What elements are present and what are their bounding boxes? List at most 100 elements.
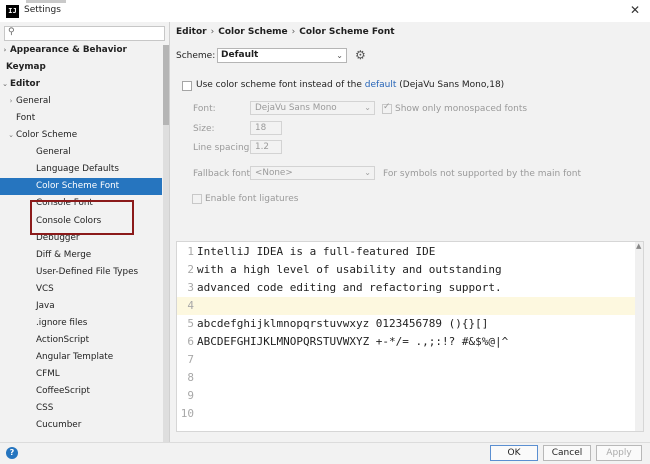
scroll-up-icon[interactable]: ▲	[636, 242, 641, 250]
line-number: 6	[187, 335, 194, 348]
line-number: 5	[187, 317, 194, 330]
font-dropdown[interactable]: DejaVu Sans Mono ⌄	[250, 101, 375, 115]
sidebar-item[interactable]: ActionScript	[0, 332, 162, 349]
line-spacing-input[interactable]: 1.2	[250, 140, 282, 154]
preview-line: 8	[177, 369, 635, 387]
font-label: Font:	[193, 104, 216, 114]
font-preview-editor[interactable]: 1 IntelliJ IDEA is a full-featured IDE 2 wi…	[176, 241, 644, 432]
preview-line: 5 abcdefghijklmnopqrstuvwxyz 0123456789 (…	[177, 315, 635, 333]
sidebar-item-label: Diff & Merge	[36, 249, 92, 260]
line-number: 3	[187, 281, 194, 294]
fallback-font-label: Fallback font:	[193, 169, 254, 179]
preview-line: 7	[177, 351, 635, 369]
preview-line: 9	[177, 387, 635, 405]
preview-line: 2 with a high level of usability and outs…	[177, 261, 635, 279]
sidebar-item-label: Angular Template	[36, 351, 114, 362]
sidebar-item-label: Java	[36, 300, 55, 311]
intellij-app-icon: IJ	[6, 5, 19, 18]
default-font-link[interactable]: default	[365, 80, 397, 90]
preview-line-text: advanced code editing and refactoring su…	[197, 281, 502, 294]
size-label: Size:	[193, 124, 215, 134]
sidebar-item[interactable]: Java	[0, 298, 162, 315]
sidebar-item-label: VCS	[36, 283, 54, 294]
sidebar-item[interactable]: CSS	[0, 400, 162, 417]
sidebar-item[interactable]: User-Defined File Types	[0, 264, 162, 281]
chevron-down-icon[interactable]: ⌄	[6, 127, 16, 144]
cancel-button[interactable]: Cancel	[543, 445, 591, 461]
sidebar-item[interactable]: ⌄ Color Scheme	[0, 127, 162, 144]
breadcrumb-item-editor: Editor	[176, 27, 207, 37]
sidebar-item[interactable]: › General	[0, 93, 162, 110]
preview-line: 10	[177, 405, 635, 423]
sidebar-item[interactable]: › Appearance & Behavior	[0, 42, 162, 59]
line-number: 9	[187, 389, 194, 402]
sidebar-item-label: Editor	[10, 79, 40, 90]
monospaced-only-checkbox[interactable]: ✓	[382, 102, 392, 114]
default-font-info: (DejaVu Sans Mono,18)	[399, 80, 505, 90]
breadcrumb-separator-icon: ›	[291, 27, 296, 37]
sidebar-item[interactable]: .ignore files	[0, 315, 162, 332]
ok-button[interactable]: OK	[490, 445, 538, 461]
sidebar-item-label: User-Defined File Types	[36, 266, 139, 277]
settings-search-input[interactable]: ⚲	[4, 26, 165, 41]
chevron-right-icon[interactable]: ›	[0, 42, 10, 59]
sidebar-item[interactable]: VCS	[0, 281, 162, 298]
breadcrumb-item-color-scheme: Color Scheme	[218, 27, 288, 37]
scheme-label: Scheme:	[176, 51, 216, 61]
sidebar-item-label: CoffeeScript	[36, 386, 90, 396]
sidebar-item[interactable]: Font	[0, 110, 162, 127]
help-icon[interactable]: ?	[6, 447, 18, 459]
close-icon[interactable]: ✕	[630, 3, 640, 17]
scheme-dropdown-value: Default	[221, 50, 259, 60]
preview-line: 1 IntelliJ IDEA is a full-featured IDE	[177, 243, 635, 261]
sidebar-item-label: General	[16, 96, 51, 107]
breadcrumb-item-color-scheme-font: Color Scheme Font	[299, 27, 395, 37]
use-scheme-font-label: Use color scheme font instead of the def…	[196, 80, 505, 90]
chevron-down-icon: ⌄	[364, 103, 371, 112]
sidebar-item[interactable]: ⌄ Editor	[0, 76, 162, 93]
gear-icon[interactable]: ⚙	[355, 48, 366, 62]
sidebar-item[interactable]: Angular Template	[0, 349, 162, 366]
sidebar-item-label: Font	[16, 113, 36, 124]
window-title: Settings	[24, 5, 61, 15]
sidebar-item-label: Language Defaults	[36, 164, 119, 175]
use-scheme-font-checkbox[interactable]	[182, 81, 192, 91]
preview-line-text: ABCDEFGHIJKLMNOPQRSTUVWXYZ +-*/= .,;:!? …	[197, 335, 509, 348]
scheme-dropdown[interactable]: Default ⌄	[217, 48, 347, 63]
sidebar-item-label: Cucumber	[36, 420, 82, 431]
sidebar-item[interactable]: CFML	[0, 366, 162, 383]
preview-line-text: IntelliJ IDEA is a full-featured IDE	[197, 245, 436, 258]
sidebar-item[interactable]: General	[0, 144, 162, 161]
line-number: 4	[187, 299, 194, 312]
font-ligatures-checkbox[interactable]	[192, 194, 202, 204]
sidebar-item[interactable]: CoffeeScript	[0, 383, 162, 400]
chevron-right-icon[interactable]: ›	[6, 93, 16, 110]
title-stripe	[26, 0, 66, 3]
check-icon: ✓	[383, 102, 391, 112]
sidebar-item[interactable]: Keymap	[0, 59, 162, 76]
breadcrumb: Editor › Color Scheme › Color Scheme Font	[176, 27, 395, 37]
sidebar-item-label: Appearance & Behavior	[10, 45, 127, 55]
chevron-down-icon[interactable]: ⌄	[0, 76, 10, 93]
settings-sidebar: ⚲ › Appearance & Behavior Keymap ⌄ Editor › Ge…	[0, 22, 169, 448]
preview-scrollbar[interactable]: ▲	[635, 242, 643, 431]
size-input[interactable]: 18	[250, 121, 282, 135]
title-bar: IJ Settings ✕	[0, 0, 650, 22]
sidebar-item-label: Color Scheme	[16, 130, 78, 141]
fallback-font-dropdown-value: <None>	[255, 168, 293, 178]
preview-line: 3 advanced code editing and refactoring s…	[177, 279, 635, 297]
apply-button[interactable]: Apply	[596, 445, 642, 461]
font-ligatures-label: Enable font ligatures	[205, 194, 299, 204]
line-spacing-label: Line spacing:	[193, 143, 253, 153]
sidebar-item[interactable]: Cucumber	[0, 417, 162, 434]
sidebar-item[interactable]: Color Scheme Font	[0, 178, 162, 196]
fallback-font-dropdown[interactable]: <None> ⌄	[250, 166, 375, 180]
sidebar-item-label: CFML	[36, 368, 60, 379]
line-number: 10	[180, 407, 194, 420]
sidebar-item[interactable]: Diff & Merge	[0, 247, 162, 264]
sidebar-item-label: CSS	[36, 403, 54, 414]
breadcrumb-separator-icon: ›	[210, 27, 215, 37]
annotation-highlight-box	[30, 200, 134, 235]
sidebar-item[interactable]: Language Defaults	[0, 161, 162, 178]
sidebar-item-label: Color Scheme Font	[36, 181, 120, 192]
